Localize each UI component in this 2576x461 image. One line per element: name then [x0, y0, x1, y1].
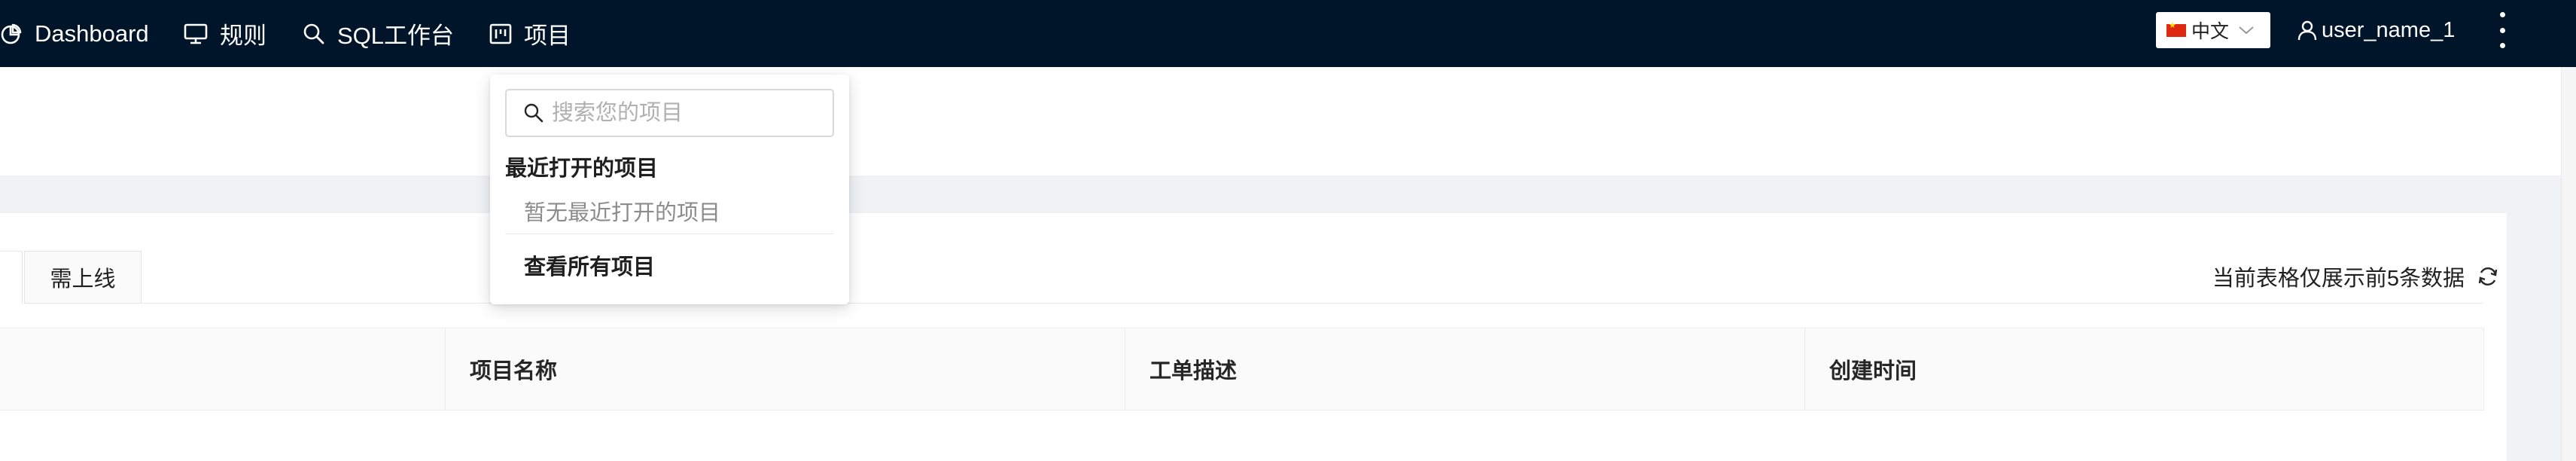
nav-item-label: 规则 [220, 23, 266, 49]
nav-item-label: SQL工作台 [337, 23, 455, 49]
top-navigation-bar: Dashboard 规则 SQL工作台 项目 中文 user_name_1 [0, 0, 2576, 67]
table-header-project-name: 项目名称 [446, 328, 1125, 410]
monitor-icon [184, 23, 208, 45]
recent-projects-title: 最近打开的项目 [505, 157, 659, 181]
recent-projects-empty: 暂无最近打开的项目 [524, 201, 721, 225]
vertical-scrollbar[interactable] [2561, 67, 2576, 461]
search-icon [523, 102, 544, 124]
table-notice: 当前表格仅展示前5条数据 [2212, 260, 2499, 293]
table-header-cell [0, 328, 446, 410]
page-header [0, 67, 2561, 176]
table-header-ticket-description: 工单描述 [1125, 328, 1805, 410]
view-all-projects-link[interactable]: 查看所有项目 [524, 249, 655, 281]
language-label: 中文 [2191, 21, 2230, 42]
nav-item-rules[interactable]: 规则 [184, 0, 266, 67]
nav-item-dashboard[interactable]: Dashboard [0, 0, 149, 67]
user-menu[interactable]: user_name_1 [2297, 0, 2455, 60]
tab-active-partial[interactable] [0, 251, 23, 304]
language-selector[interactable]: 中文 [2156, 12, 2270, 48]
china-flag-icon [2166, 20, 2186, 37]
user-icon [2297, 20, 2317, 41]
user-name: user_name_1 [2322, 17, 2456, 42]
nav-item-sql-workbench[interactable]: SQL工作台 [303, 0, 454, 67]
tab-label: 需上线 [50, 267, 116, 292]
nav-item-label: 项目 [524, 23, 571, 49]
nav-item-label: Dashboard [35, 20, 149, 47]
table-header-created-time: 创建时间 [1829, 359, 1917, 383]
more-vertical-icon[interactable] [2492, 9, 2513, 51]
table-notice-text: 当前表格仅展示前5条数据 [2212, 267, 2465, 291]
project-search-box[interactable] [505, 89, 834, 137]
table-header: 项目名称 工单描述 创建时间 [0, 328, 2484, 411]
project-search-input[interactable] [552, 100, 823, 126]
pie-chart-icon [0, 23, 23, 45]
nav-item-project[interactable]: 项目 [489, 0, 571, 67]
chevron-down-icon [2238, 25, 2255, 35]
search-icon [303, 23, 325, 45]
tab-needs-deployment[interactable]: 需上线 [24, 251, 142, 304]
project-board-icon [489, 23, 512, 45]
refresh-icon[interactable] [2477, 265, 2499, 288]
project-dropdown: 最近打开的项目 暂无最近打开的项目 查看所有项目 [490, 75, 849, 304]
